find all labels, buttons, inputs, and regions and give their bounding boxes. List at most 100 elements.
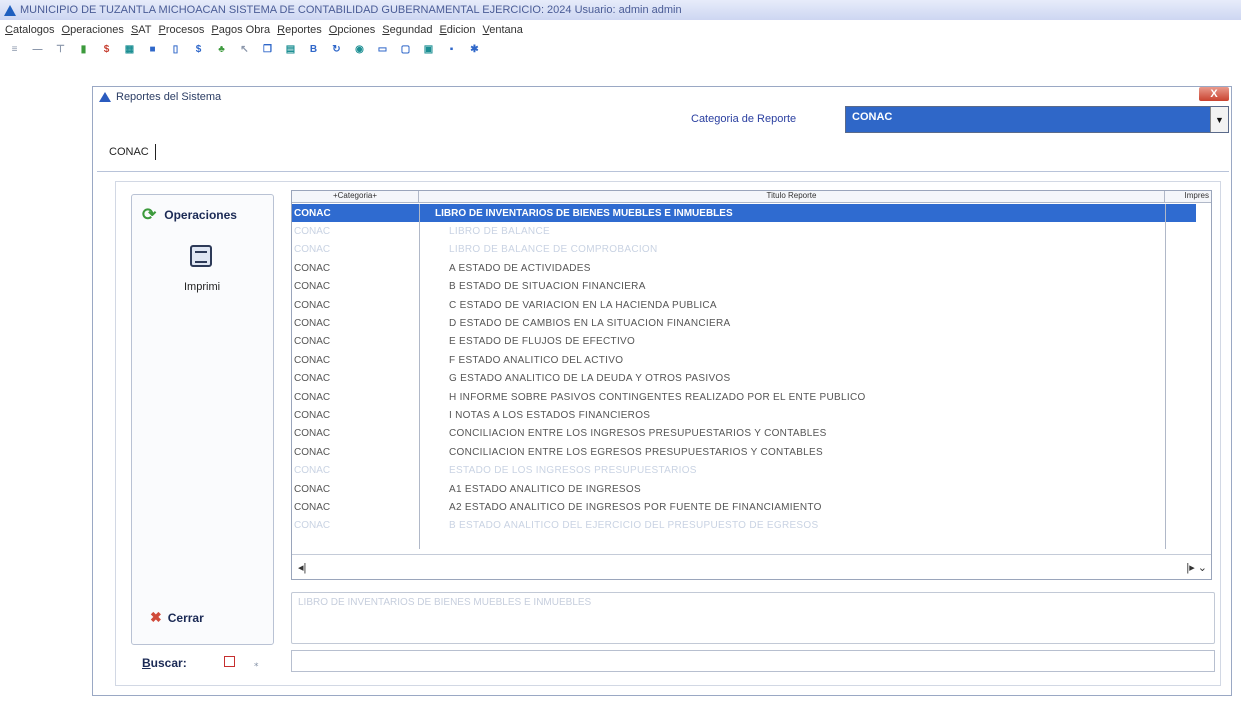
app-title: MUNICIPIO DE TUZANTLA MICHOACAN SISTEMA …: [20, 4, 682, 16]
close-button[interactable]: ✖ Cerrar: [150, 609, 204, 626]
star-icon[interactable]: ✱: [468, 43, 481, 56]
minus-icon[interactable]: —: [31, 43, 44, 56]
row-title: A ESTADO DE ACTIVIDADES: [449, 262, 591, 274]
copy-icon[interactable]: ❐: [261, 43, 274, 56]
row-category: CONAC: [294, 207, 331, 219]
window-titlebar: Reportes del Sistema: [99, 89, 221, 105]
menu-procesos[interactable]: Procesos: [159, 24, 205, 36]
window-logo-icon: [99, 92, 111, 102]
row-title: A1 ESTADO ANALITICO DE INGRESOS: [449, 483, 641, 495]
dollar-icon[interactable]: $: [100, 43, 113, 56]
money-icon[interactable]: $: [192, 43, 205, 56]
menu-catalogos[interactable]: Catalogos: [5, 24, 55, 36]
column-header-category[interactable]: +Categoria+: [292, 191, 419, 202]
row-category: CONAC: [294, 501, 331, 513]
tree-icon[interactable]: ⊤: [54, 43, 67, 56]
briefcase-icon[interactable]: ■: [146, 43, 159, 56]
search-option-icon[interactable]: ⁎: [254, 658, 259, 669]
table-row[interactable]: CONAC E ESTADO DE FLUJOS DE EFECTIVO: [292, 333, 1196, 351]
menu-opciones[interactable]: Opciones: [329, 24, 375, 36]
cursor-icon[interactable]: ↖: [238, 43, 251, 56]
row-title: E ESTADO DE FLUJOS DE EFECTIVO: [449, 336, 636, 348]
row-category: CONAC: [294, 244, 331, 256]
bold-icon[interactable]: B: [307, 43, 320, 56]
table-row[interactable]: CONAC A1 ESTADO ANALITICO DE INGRESOS: [292, 480, 1196, 498]
row-category: CONAC: [294, 226, 331, 238]
scroll-left-icon[interactable]: ◂|: [298, 561, 306, 574]
table-row[interactable]: CONAC H INFORME SOBRE PASIVOS CONTINGENTE…: [292, 388, 1196, 406]
current-category-text: CONAC: [109, 146, 149, 158]
current-category: CONAC: [109, 144, 156, 160]
column-header-print[interactable]: Impres: [1165, 191, 1211, 202]
menu-seguridad[interactable]: Segundad: [382, 24, 432, 36]
menu-operaciones[interactable]: Operaciones: [62, 24, 124, 36]
category-select[interactable]: CONAC ▼: [845, 106, 1229, 133]
horizontal-scrollbar[interactable]: ◂| |▸ ⌄: [292, 554, 1211, 579]
table-row[interactable]: CONAC A ESTADO DE ACTIVIDADES: [292, 259, 1196, 277]
menu-reportes[interactable]: Reportes: [277, 24, 322, 36]
leaf-icon[interactable]: ♣: [215, 43, 228, 56]
save-icon[interactable]: ▪: [445, 43, 458, 56]
window-title: Reportes del Sistema: [116, 91, 222, 103]
reports-grid[interactable]: +Categoria+ Titulo Reporte Impres CONAC L…: [291, 190, 1212, 580]
table-row[interactable]: CONAC CONCILIACION ENTRE LOS INGRESOS PRE…: [292, 425, 1196, 443]
search-checkbox[interactable]: [224, 656, 235, 667]
operations-title: Operaciones: [164, 208, 237, 222]
table-icon[interactable]: ▤: [284, 43, 297, 56]
menu-edicion[interactable]: Edicion: [439, 24, 475, 36]
table-row[interactable]: CONAC A2 ESTADO ANALITICO DE INGRESOS POR…: [292, 498, 1196, 516]
row-title: B ESTADO ANALITICO DEL EJERCICIO DEL PRE…: [449, 520, 819, 532]
row-title: LIBRO DE INVENTARIOS DE BIENES MUEBLES E…: [435, 207, 733, 219]
table-row[interactable]: CONAC C ESTADO DE VARIACION EN LA HACIEND…: [292, 296, 1196, 314]
row-title: LIBRO DE BALANCE DE COMPROBACION: [449, 244, 658, 256]
window-icon[interactable]: ▣: [422, 43, 435, 56]
scroll-right-icon[interactable]: |▸ ⌄: [1186, 561, 1207, 574]
table-row[interactable]: CONAC LIBRO DE BALANCE DE COMPROBACION: [292, 241, 1196, 259]
folder-icon[interactable]: ▢: [399, 43, 412, 56]
print-button-label[interactable]: Imprimi: [184, 281, 220, 293]
list-icon[interactable]: ≡: [8, 43, 21, 56]
table-row[interactable]: CONAC B ESTADO ANALITICO DEL EJERCICIO DE…: [292, 517, 1196, 535]
row-category: CONAC: [294, 354, 331, 366]
window-close-button[interactable]: X: [1199, 87, 1229, 101]
menu-pagos-obra[interactable]: Pagos Obra: [211, 24, 270, 36]
grid-rows: CONAC LIBRO DE INVENTARIOS DE BIENES MUEB…: [292, 204, 1196, 535]
row-category: CONAC: [294, 281, 331, 293]
row-title: D ESTADO DE CAMBIOS EN LA SITUACION FINA…: [449, 318, 731, 330]
printer-icon[interactable]: [190, 245, 212, 267]
menu-ventana[interactable]: Ventana: [483, 24, 523, 36]
table-row[interactable]: CONAC ESTADO DE LOS INGRESOS PRESUPUESTAR…: [292, 461, 1196, 479]
menu-bar: Catalogos Operaciones SAT Procesos Pagos…: [0, 21, 523, 39]
column-divider: [1165, 204, 1166, 549]
table-row[interactable]: CONAC I NOTAS A LOS ESTADOS FINANCIEROS: [292, 406, 1196, 424]
document-icon[interactable]: ▯: [169, 43, 182, 56]
column-header-title[interactable]: Titulo Reporte: [419, 191, 1165, 202]
row-category: CONAC: [294, 262, 331, 274]
row-title: A2 ESTADO ANALITICO DE INGRESOS POR FUEN…: [449, 501, 822, 513]
chart-icon[interactable]: ▮: [77, 43, 90, 56]
calc-icon[interactable]: ▦: [123, 43, 136, 56]
chevron-down-icon[interactable]: ▼: [1210, 107, 1228, 132]
table-row[interactable]: CONAC D ESTADO DE CAMBIOS EN LA SITUACION…: [292, 314, 1196, 332]
monitor-icon[interactable]: ▭: [376, 43, 389, 56]
refresh-icon[interactable]: ↻: [330, 43, 343, 56]
table-row[interactable]: CONAC CONCILIACION ENTRE LOS EGRESOS PRES…: [292, 443, 1196, 461]
grid-header: +Categoria+ Titulo Reporte Impres: [292, 191, 1211, 203]
table-row[interactable]: CONAC G ESTADO ANALITICO DE LA DEUDA Y OT…: [292, 370, 1196, 388]
report-description-box[interactable]: LIBRO DE INVENTARIOS DE BIENES MUEBLES E…: [291, 592, 1215, 644]
search-input[interactable]: [291, 650, 1215, 672]
globe-icon[interactable]: ◉: [353, 43, 366, 56]
row-category: CONAC: [294, 446, 331, 458]
menu-sat[interactable]: SAT: [131, 24, 152, 36]
table-row[interactable]: CONAC B ESTADO DE SITUACION FINANCIERA: [292, 278, 1196, 296]
row-category: CONAC: [294, 483, 331, 495]
refresh-arrows-icon: ⟳: [142, 205, 157, 224]
text-caret: [154, 144, 156, 160]
divider: [97, 171, 1229, 172]
table-row[interactable]: CONAC LIBRO DE BALANCE: [292, 222, 1196, 240]
row-category: CONAC: [294, 465, 331, 477]
search-label: Buscar:: [142, 656, 187, 670]
table-row[interactable]: CONAC F ESTADO ANALITICO DEL ACTIVO: [292, 351, 1196, 369]
report-description-text: LIBRO DE INVENTARIOS DE BIENES MUEBLES E…: [298, 597, 592, 608]
table-row[interactable]: CONAC LIBRO DE INVENTARIOS DE BIENES MUEB…: [292, 204, 1196, 223]
